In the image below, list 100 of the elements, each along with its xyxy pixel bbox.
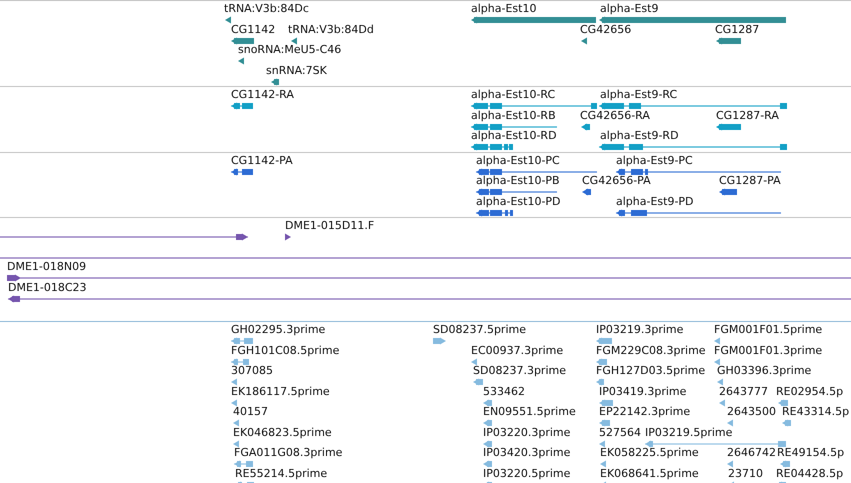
est-glyph[interactable] — [727, 419, 733, 427]
feature-label: SD08237.3prime — [473, 364, 566, 377]
feature-label: IP03220.5prime — [483, 466, 570, 480]
feature-label: FGA011G08.3prime — [234, 446, 342, 459]
feature-label: snRNA:7SK — [266, 64, 327, 76]
feature-label: RE43314.5p — [782, 405, 850, 418]
est-glyph[interactable] — [433, 337, 446, 345]
protein-glyph[interactable] — [616, 168, 781, 176]
gene-glyph[interactable] — [238, 57, 244, 65]
gene-glyph[interactable] — [225, 16, 231, 24]
protein-glyph[interactable] — [616, 208, 781, 216]
feature-label: CG42656-RA — [580, 108, 650, 122]
feature-label: alpha-Est10-PB — [476, 174, 560, 187]
feature-label: RE55214.5prime — [235, 466, 328, 480]
est-glyph[interactable] — [233, 419, 239, 427]
est-glyph[interactable] — [599, 440, 605, 448]
transcript-glyph[interactable] — [471, 102, 597, 110]
gene-glyph[interactable] — [231, 36, 254, 44]
feature-label: alpha-Est9-PD — [616, 194, 694, 208]
feature-label: CG1287 — [715, 22, 760, 36]
clone-glyph[interactable] — [7, 274, 851, 282]
transcript-glyph[interactable] — [231, 102, 253, 110]
feature-label: alpha-Est9-PC — [616, 154, 693, 166]
feature-label: alpha-Est10-RB — [471, 108, 556, 122]
feature-label: DME1-018N09 — [7, 260, 86, 273]
feature-label: 533462 — [483, 384, 525, 398]
feature-label: snoRNA:MeU5-C46 — [238, 43, 342, 56]
transcript-glyph[interactable] — [716, 122, 741, 130]
est-glyph[interactable] — [599, 419, 610, 427]
est-glyph[interactable] — [645, 440, 786, 448]
feature-label: IP03219.5prime — [645, 426, 732, 438]
feature-label: alpha-Est10 — [471, 2, 536, 15]
clone-glyph[interactable] — [285, 233, 291, 241]
est-glyph[interactable] — [473, 378, 483, 386]
transcript-glyph[interactable] — [471, 122, 557, 130]
protein-glyph[interactable] — [476, 208, 513, 216]
clone-glyph[interactable] — [8, 294, 851, 302]
feature-label: EC00937.3prime — [471, 344, 564, 356]
est-glyph[interactable] — [483, 398, 492, 406]
est-glyph[interactable] — [471, 358, 477, 366]
est-glyph[interactable] — [483, 440, 492, 448]
gene-glyph[interactable] — [471, 16, 596, 24]
protein-glyph[interactable] — [476, 168, 597, 176]
gene-glyph[interactable] — [581, 36, 587, 44]
gene-glyph[interactable] — [291, 36, 297, 44]
est-glyph[interactable] — [231, 358, 249, 366]
est-glyph[interactable] — [600, 460, 606, 468]
transcript-glyph[interactable] — [471, 143, 513, 151]
feature-label: CG42656 — [580, 22, 632, 36]
protein-glyph[interactable] — [582, 188, 591, 196]
est-glyph[interactable] — [782, 419, 791, 427]
protein-glyph[interactable] — [231, 168, 253, 176]
feature-label: 2646742 — [727, 446, 776, 459]
est-glyph[interactable] — [231, 398, 237, 406]
est-glyph[interactable] — [234, 460, 253, 468]
feature-label: EK068641.5prime — [600, 466, 699, 480]
transcript-glyph[interactable] — [599, 143, 787, 151]
feature-label: DME1-018C23 — [8, 280, 87, 294]
feature-label: DME1-015D11.F — [285, 219, 374, 232]
est-glyph[interactable] — [231, 378, 237, 386]
feature-label: CG1287-PA — [719, 174, 781, 187]
est-glyph[interactable] — [714, 337, 720, 345]
gene-glyph[interactable] — [716, 36, 741, 44]
feature-label: alpha-Est9 — [600, 2, 658, 15]
est-glyph[interactable] — [714, 358, 720, 366]
est-glyph[interactable] — [717, 378, 723, 386]
gene-glyph[interactable] — [599, 16, 786, 24]
feature-label: GH03396.3prime — [717, 364, 812, 377]
feature-label: 527564 — [599, 426, 641, 438]
feature-label: 307085 — [231, 364, 273, 377]
est-glyph[interactable] — [780, 460, 790, 468]
transcript-glyph[interactable] — [599, 102, 787, 110]
est-glyph[interactable] — [778, 398, 788, 406]
clone-glyph[interactable] — [0, 233, 248, 241]
feature-label: alpha-Est10-RC — [471, 88, 556, 101]
est-glyph[interactable] — [719, 398, 725, 406]
feature-label: 2643500 — [727, 405, 776, 418]
feature-label: CG1142-RA — [231, 88, 294, 101]
protein-glyph[interactable] — [719, 188, 737, 196]
est-glyph[interactable] — [596, 378, 604, 386]
feature-label: SD08237.5prime — [433, 323, 526, 336]
feature-label: CG1142 — [231, 22, 276, 36]
feature-label: alpha-Est10-PD — [476, 194, 561, 208]
est-glyph[interactable] — [727, 460, 733, 468]
transcript-glyph[interactable] — [581, 122, 590, 130]
est-glyph[interactable] — [596, 358, 607, 366]
feature-label: EK186117.5prime — [231, 384, 330, 398]
feature-label: FGH101C08.5prime — [231, 344, 340, 356]
feature-label: EN09551.5prime — [483, 405, 576, 418]
est-glyph[interactable] — [596, 337, 612, 345]
feature-label: IP03219.3prime — [596, 323, 684, 336]
feature-label: 40157 — [233, 405, 268, 418]
gene-glyph[interactable] — [271, 78, 279, 86]
feature-label: RE49154.5p — [777, 446, 844, 459]
est-glyph[interactable] — [483, 419, 492, 427]
est-glyph[interactable] — [233, 440, 239, 448]
est-glyph[interactable] — [599, 398, 613, 406]
est-glyph[interactable] — [483, 460, 492, 468]
protein-glyph[interactable] — [476, 188, 557, 196]
est-glyph[interactable] — [231, 337, 253, 345]
